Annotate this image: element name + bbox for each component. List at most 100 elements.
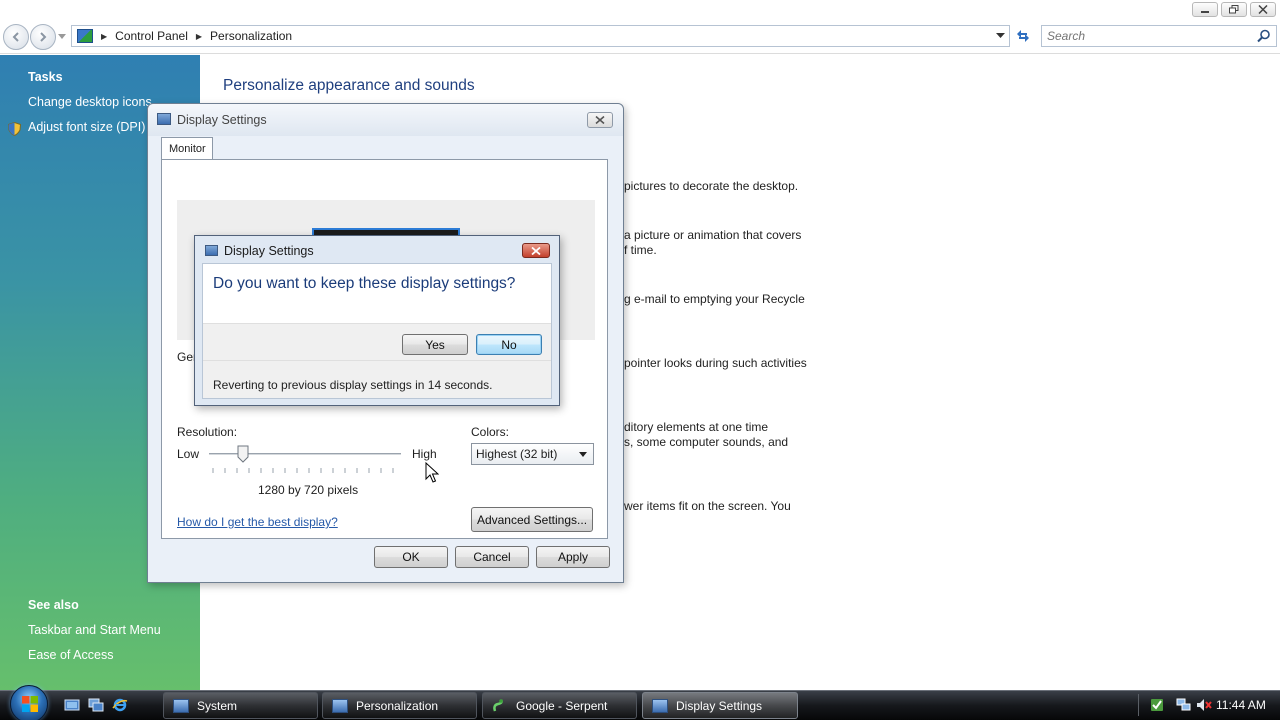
restore-button[interactable] — [1221, 2, 1247, 17]
taskbar-button-display-settings[interactable]: Display Settings — [642, 692, 798, 719]
desktop-background-description: pictures to decorate the desktop. — [624, 179, 799, 193]
taskbar-label: Display Settings — [676, 698, 763, 713]
back-button[interactable] — [3, 24, 29, 50]
resolution-slider-thumb[interactable] — [237, 445, 249, 463]
tasks-header: Tasks — [28, 70, 63, 84]
serpent-icon — [493, 698, 503, 711]
resolution-slider-ticks — [212, 468, 394, 473]
task-adjust-font-size[interactable]: Adjust font size (DPI) — [28, 120, 145, 134]
taskbar-button-google-serpent[interactable]: Google - Serpent — [482, 692, 637, 719]
resolution-low-label: Low — [177, 447, 200, 461]
mouse-cursor-icon — [425, 462, 439, 483]
close-icon — [1258, 5, 1268, 14]
show-desktop-icon[interactable] — [64, 697, 80, 713]
address-bar[interactable]: ▶ Control Panel ▶ Personalization — [71, 25, 1010, 47]
address-dropdown-icon[interactable] — [996, 33, 1005, 39]
theme-description-line1: ditory elements at one time — [624, 420, 769, 434]
forward-arrow-icon — [40, 32, 47, 42]
internet-explorer-icon[interactable] — [112, 697, 128, 713]
close-icon — [595, 116, 605, 124]
display-settings-description: wer items fit on the screen. You — [624, 499, 791, 513]
confirm-button-area: Yes No Reverting to previous display set… — [203, 323, 551, 398]
dialog-close-button[interactable] — [587, 112, 613, 128]
switch-windows-icon[interactable] — [88, 697, 104, 713]
windows-logo-icon — [22, 696, 38, 712]
task-change-desktop-icons[interactable]: Change desktop icons — [28, 95, 152, 109]
breadcrumb-separator-icon: ▶ — [195, 31, 203, 41]
theme-description-line2: s, some computer sounds, and — [624, 435, 789, 449]
navigation-bar: ▶ Control Panel ▶ Personalization — [0, 20, 1280, 54]
resolution-high-label: High — [412, 447, 437, 461]
volume-muted-icon[interactable] — [1196, 697, 1212, 713]
tab-monitor[interactable]: Monitor — [161, 137, 213, 160]
see-also-taskbar-start-menu[interactable]: Taskbar and Start Menu — [28, 623, 161, 637]
breadcrumb-personalization[interactable]: Personalization — [210, 29, 292, 43]
ok-button[interactable]: OK — [374, 546, 448, 568]
search-input[interactable] — [1042, 26, 1242, 46]
page-title: Personalize appearance and sounds — [223, 77, 475, 94]
see-also-header: See also — [28, 598, 79, 612]
advanced-settings-label: Advanced Settings... — [476, 512, 588, 527]
advanced-settings-button[interactable]: Advanced Settings... — [471, 507, 593, 532]
breadcrumb-separator-icon: ▶ — [101, 31, 108, 41]
resolution-value: 1280 by 720 pixels — [258, 483, 359, 497]
display-settings-icon — [157, 113, 171, 125]
refresh-icon — [1017, 30, 1029, 42]
colors-selected-value: Highest (32 bit) — [476, 447, 558, 461]
confirm-dialog-body: Do you want to keep these display settin… — [202, 263, 552, 399]
dialog-title: Display Settings — [177, 113, 267, 127]
forward-button[interactable] — [30, 24, 56, 50]
see-also-ease-of-access[interactable]: Ease of Access — [28, 648, 113, 662]
display-settings-icon — [205, 245, 218, 256]
ok-label: OK — [402, 550, 420, 564]
windows-update-icon[interactable] — [1149, 697, 1165, 713]
taskbar-label: System — [197, 698, 238, 713]
taskbar-label: Personalization — [356, 698, 439, 713]
close-icon — [531, 246, 541, 255]
tray-separator — [1138, 694, 1139, 716]
recent-pages-dropdown-icon[interactable] — [58, 34, 66, 40]
colors-label: Colors: — [471, 425, 510, 439]
confirm-dialog-title: Display Settings — [224, 244, 314, 258]
taskbar-button-system[interactable]: System — [163, 692, 318, 719]
screen-saver-description-line1: a picture or animation that covers — [624, 228, 802, 242]
no-button[interactable]: No — [476, 334, 542, 355]
keep-settings-dialog: Display Settings Do you want to keep the… — [194, 235, 560, 406]
divider — [203, 360, 551, 361]
colors-select[interactable]: Highest (32 bit) — [471, 443, 594, 465]
network-icon[interactable] — [1176, 697, 1192, 713]
display-settings-icon — [652, 698, 668, 713]
cancel-button[interactable]: Cancel — [455, 546, 529, 568]
keep-settings-question: Do you want to keep these display settin… — [213, 275, 516, 292]
window-titlebar — [0, 0, 1280, 20]
apply-button[interactable]: Apply — [536, 546, 610, 568]
start-button[interactable] — [10, 685, 48, 720]
back-arrow-icon — [12, 32, 19, 42]
shield-icon — [8, 122, 21, 136]
dialog-titlebar[interactable]: Display Settings — [148, 104, 623, 136]
minimize-button[interactable] — [1192, 2, 1218, 17]
restore-icon — [1229, 5, 1239, 14]
breadcrumb-control-panel[interactable]: Control Panel — [115, 29, 188, 43]
apply-label: Apply — [557, 550, 589, 564]
clock[interactable]: 11:44 AM — [1216, 698, 1266, 712]
revert-countdown-message: Reverting to previous display settings i… — [213, 378, 493, 392]
resolution-label: Resolution: — [177, 425, 238, 439]
mouse-pointers-description: pointer looks during such activities — [624, 356, 807, 370]
best-display-help-link[interactable]: How do I get the best display? — [177, 515, 338, 529]
confirm-dialog-close-button[interactable] — [522, 243, 550, 258]
sounds-description: g e-mail to emptying your Recycle — [624, 292, 805, 306]
no-label: No — [501, 337, 517, 352]
close-window-button[interactable] — [1250, 2, 1276, 17]
taskbar-button-personalization[interactable]: Personalization — [322, 692, 477, 719]
personalization-icon — [332, 698, 348, 713]
search-icon[interactable] — [1257, 29, 1271, 43]
window-controls — [1192, 2, 1276, 17]
taskbar-label: Google - Serpent — [516, 698, 608, 713]
refresh-button[interactable] — [1012, 25, 1034, 47]
yes-button[interactable]: Yes — [402, 334, 468, 355]
minimize-icon — [1201, 11, 1209, 13]
control-panel-icon — [77, 29, 93, 43]
yes-label: Yes — [425, 337, 445, 352]
chevron-down-icon — [579, 452, 587, 457]
